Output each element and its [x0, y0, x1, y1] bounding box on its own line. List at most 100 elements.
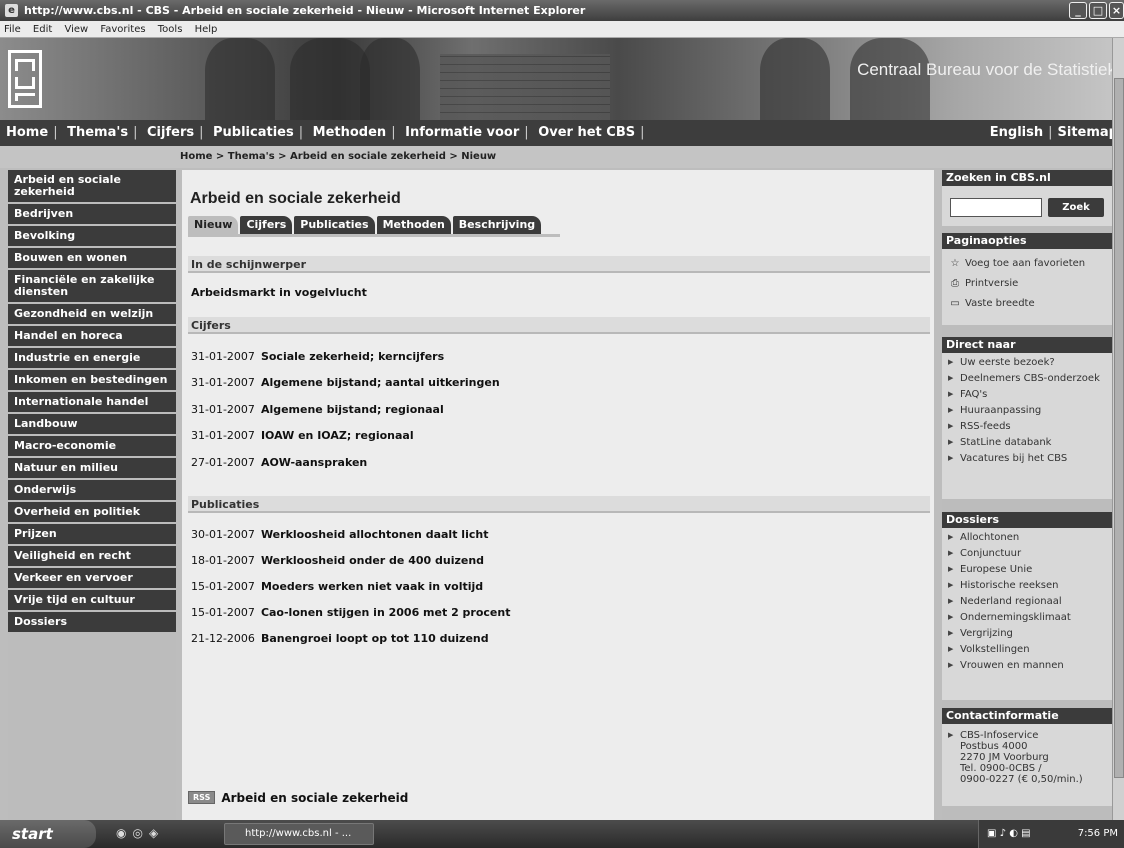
dossier-link[interactable]: Ondernemingsklimaat [948, 612, 1112, 623]
leftnav-item[interactable]: Veiligheid en recht [8, 546, 176, 568]
contact-line: Postbus 4000 [960, 741, 1028, 752]
topnav-sitemap[interactable]: Sitemap [1058, 125, 1118, 140]
topnav-home[interactable]: Home [6, 125, 48, 140]
menu-file[interactable]: File [4, 24, 21, 35]
leftnav-item[interactable]: Bevolking [8, 226, 176, 248]
leftnav-item[interactable]: Landbouw [8, 414, 176, 436]
scrollbar-thumb[interactable] [1114, 78, 1124, 778]
top-navigation: Home | Thema's | Cijfers | Publicaties | Met… [0, 120, 1124, 146]
leftnav-item[interactable]: Dossiers [8, 612, 176, 634]
cbs-logo[interactable] [8, 50, 42, 108]
menu-tools[interactable]: Tools [158, 24, 183, 35]
print-version-link[interactable]: ⎙ Printversie [942, 277, 1112, 290]
leftnav-item[interactable]: Prijzen [8, 524, 176, 546]
leftnav-item[interactable]: Arbeid en sociale zekerheid [8, 170, 176, 204]
start-button[interactable]: start [0, 820, 96, 848]
quick-launch-icons[interactable]: ◉◎◈ [116, 826, 164, 840]
leftnav-item[interactable]: Internationale handel [8, 392, 176, 414]
dossiers-heading: Dossiers [942, 512, 1112, 528]
topnav-themas[interactable]: Thema's [67, 125, 128, 140]
page-title: Arbeid en sociale zekerheid [190, 190, 401, 207]
search-button[interactable]: Zoek [1048, 198, 1104, 217]
list-item[interactable]: 30-01-2007 Werkloosheid allochtonen daalt… [191, 528, 488, 541]
contact-info[interactable]: CBS-Infoservice Postbus 4000 2270 JM Voo… [948, 730, 1112, 785]
topnav-over-het-cbs[interactable]: Over het CBS [538, 125, 635, 140]
leftnav-item[interactable]: Vrije tijd en cultuur [8, 590, 176, 612]
dossier-link[interactable]: Historische reeksen [948, 580, 1112, 591]
leftnav-item[interactable]: Handel en horeca [8, 326, 176, 348]
leftnav-item[interactable]: Inkomen en bestedingen [8, 370, 176, 392]
direct-link[interactable]: StatLine databank [948, 437, 1112, 448]
menu-view[interactable]: View [64, 24, 88, 35]
banner-data-table-image [440, 54, 610, 120]
leftnav-item[interactable]: Onderwijs [8, 480, 176, 502]
menu-help[interactable]: Help [195, 24, 218, 35]
leftnav-item[interactable]: Industrie en energie [8, 348, 176, 370]
tab-cijfers[interactable]: Cijfers [240, 216, 293, 234]
search-input[interactable] [950, 198, 1042, 217]
left-navigation: Arbeid en sociale zekerheid Bedrijven Be… [8, 170, 176, 820]
dossier-link[interactable]: Volkstellingen [948, 644, 1112, 655]
tab-beschrijving[interactable]: Beschrijving [452, 216, 542, 234]
leftnav-item[interactable]: Natuur en milieu [8, 458, 176, 480]
topnav-informatie-voor[interactable]: Informatie voor [405, 125, 519, 140]
list-item[interactable]: 15-01-2007 Cao-lonen stijgen in 2006 met … [191, 606, 510, 619]
maximize-button[interactable]: □ [1089, 2, 1107, 19]
vertical-scrollbar[interactable] [1112, 38, 1124, 820]
tab-publicaties[interactable]: Publicaties [294, 216, 375, 234]
menu-edit[interactable]: Edit [33, 24, 52, 35]
list-item[interactable]: 15-01-2007 Moeders werken niet vaak in vo… [191, 580, 483, 593]
add-to-favorites-link[interactable]: ☆ Voeg toe aan favorieten [942, 257, 1112, 270]
dossier-link[interactable]: Vergrijzing [948, 628, 1112, 639]
dossiers-box: Dossiers Allochtonen Conjunctuur Europes… [942, 512, 1112, 700]
topnav-publicaties[interactable]: Publicaties [213, 125, 294, 140]
topnav-cijfers[interactable]: Cijfers [147, 125, 194, 140]
leftnav-item[interactable]: Overheid en politiek [8, 502, 176, 524]
printer-icon: ⎙ [951, 278, 959, 289]
direct-link[interactable]: Uw eerste bezoek? [948, 357, 1112, 368]
menu-bar: File Edit View Favorites Tools Help [0, 21, 1124, 38]
topnav-english[interactable]: English [990, 125, 1043, 140]
fixed-width-link[interactable]: ▭ Vaste breedte [942, 297, 1112, 310]
leftnav-item[interactable]: Financiële en zakelijke diensten [8, 270, 176, 304]
rss-link[interactable]: RSS Arbeid en sociale zekerheid [188, 787, 408, 805]
contact-line: CBS-Infoservice [960, 730, 1039, 741]
dossier-link[interactable]: Conjunctuur [948, 548, 1112, 559]
direct-link[interactable]: Vacatures bij het CBS [948, 453, 1112, 464]
list-item[interactable]: 31-01-2007 IOAW en IOAZ; regionaal [191, 429, 414, 442]
dossier-link[interactable]: Vrouwen en mannen [948, 660, 1112, 671]
list-item[interactable]: 31-01-2007 Sociale zekerheid; kerncijfers [191, 350, 444, 363]
menu-favorites[interactable]: Favorites [100, 24, 145, 35]
list-item[interactable]: 31-01-2007 Algemene bijstand; aantal uitk… [191, 376, 500, 389]
leftnav-item[interactable]: Bouwen en wonen [8, 248, 176, 270]
dossier-link[interactable]: Allochtonen [948, 532, 1112, 543]
tab-methoden[interactable]: Methoden [376, 216, 451, 234]
dossier-link[interactable]: Europese Unie [948, 564, 1112, 575]
tray-icons[interactable]: ▣ ♪ ◐ ▤ [987, 828, 1031, 839]
tab-nieuw[interactable]: Nieuw [188, 216, 239, 234]
leftnav-item[interactable]: Gezondheid en welzijn [8, 304, 176, 326]
search-box: Zoeken in CBS.nl Zoek [942, 170, 1112, 226]
tab-underline [188, 234, 560, 237]
list-item[interactable]: 31-01-2007 Algemene bijstand; regionaal [191, 403, 444, 416]
list-item[interactable]: 18-01-2007 Werkloosheid onder de 400 duiz… [191, 554, 484, 567]
window-title-bar: e http://www.cbs.nl - CBS - Arbeid en so… [0, 0, 1124, 21]
banner-photo-person [360, 38, 420, 120]
leftnav-item[interactable]: Bedrijven [8, 204, 176, 226]
list-item[interactable]: 21-12-2006 Banengroei loopt op tot 110 du… [191, 632, 489, 645]
spotlight-link[interactable]: Arbeidsmarkt in vogelvlucht [191, 286, 367, 299]
minimize-button[interactable]: _ [1069, 2, 1087, 19]
direct-link[interactable]: Deelnemers CBS-onderzoek [948, 373, 1112, 384]
leftnav-item[interactable]: Macro-economie [8, 436, 176, 458]
breadcrumb[interactable]: Home > Thema's > Arbeid en sociale zeker… [0, 146, 1124, 168]
leftnav-item[interactable]: Verkeer en vervoer [8, 568, 176, 590]
section-heading-cijfers: Cijfers [188, 317, 930, 334]
direct-link[interactable]: Huuraanpassing [948, 405, 1112, 416]
dossier-link[interactable]: Nederland regionaal [948, 596, 1112, 607]
taskbar-ie-window[interactable]: http://www.cbs.nl - ... [224, 823, 374, 845]
direct-link[interactable]: FAQ's [948, 389, 1112, 400]
close-button[interactable]: × [1109, 2, 1124, 19]
list-item[interactable]: 27-01-2007 AOW-aanspraken [191, 456, 367, 469]
direct-link[interactable]: RSS-feeds [948, 421, 1112, 432]
topnav-methoden[interactable]: Methoden [313, 125, 387, 140]
